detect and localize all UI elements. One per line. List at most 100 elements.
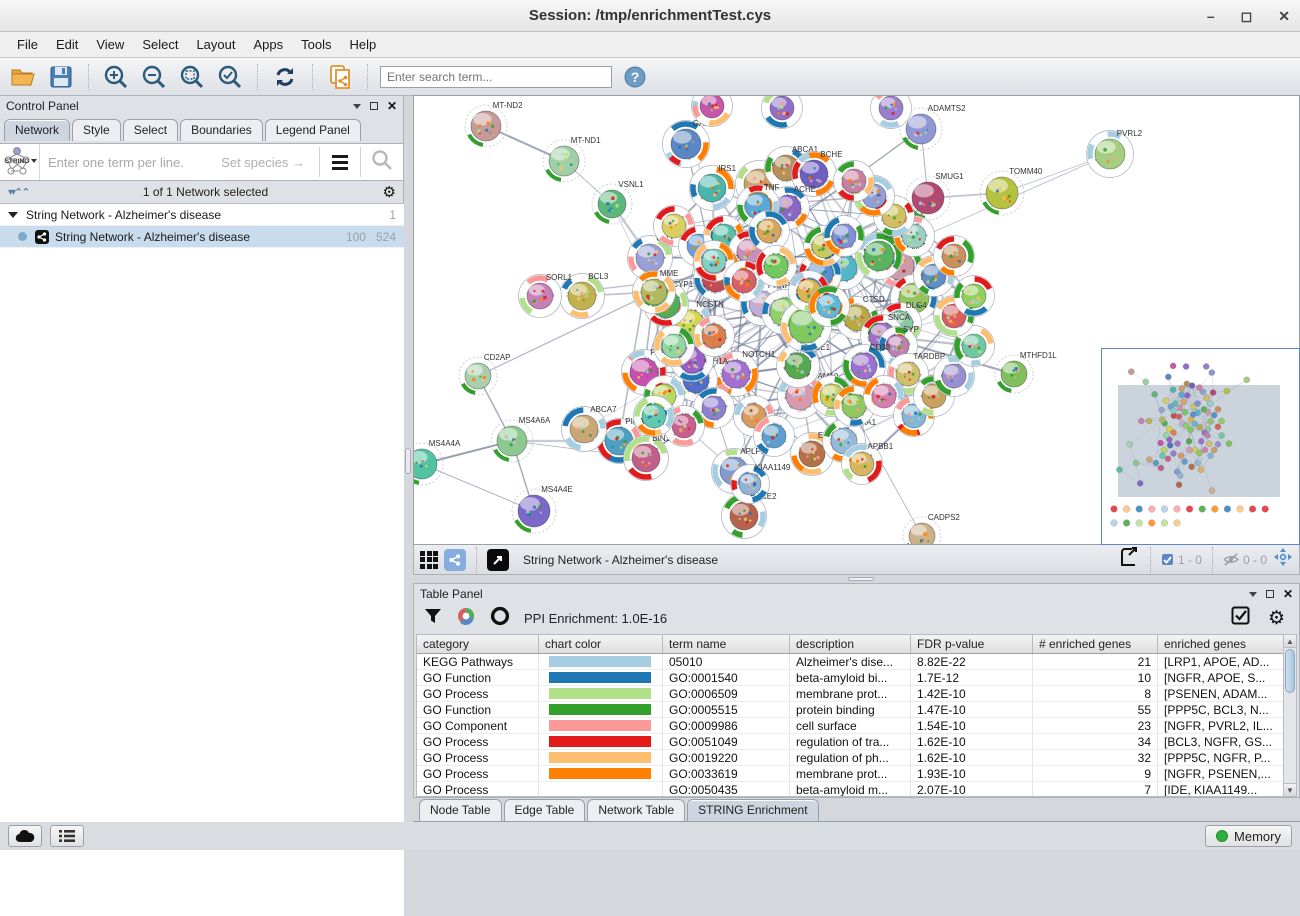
birds-eye-navigator[interactable] (1101, 348, 1300, 545)
column-header-5[interactable]: # enriched genes (1033, 635, 1158, 653)
panel-menu-icon[interactable] (353, 104, 361, 109)
network-node[interactable] (749, 211, 790, 252)
navigator-toggle-icon[interactable] (1273, 547, 1293, 572)
network-node-ms4a4e[interactable]: MS4A4E (512, 485, 573, 533)
open-file-icon[interactable] (8, 62, 38, 92)
memory-button[interactable]: Memory (1205, 825, 1292, 847)
column-header-4[interactable]: FDR p-value (911, 635, 1033, 653)
ring-chart-icon[interactable] (490, 606, 510, 631)
menu-item-apps[interactable]: Apps (247, 34, 291, 55)
network-node[interactable] (754, 416, 795, 457)
tab-node-table[interactable]: Node Table (419, 799, 502, 821)
scroll-up-icon[interactable]: ▲ (1284, 635, 1296, 648)
column-header-2[interactable]: term name (663, 635, 790, 653)
save-session-icon[interactable] (46, 62, 76, 92)
close-panel-icon[interactable]: ✕ (1283, 587, 1293, 601)
string-options-icon[interactable] (320, 155, 360, 170)
network-node-pvrl2[interactable]: PVRL2 (1087, 129, 1143, 178)
vertical-splitter[interactable] (404, 96, 413, 822)
network-node-mt-nd2[interactable]: MT-ND2 (465, 101, 523, 147)
table-row[interactable]: GO FunctionGO:0001540beta-amyloid bi...1… (417, 670, 1284, 686)
help-icon[interactable]: ? (620, 62, 650, 92)
zoom-fit-icon[interactable] (177, 62, 207, 92)
network-node[interactable] (654, 326, 695, 367)
splitter-grip[interactable] (848, 577, 874, 581)
network-node[interactable] (694, 316, 735, 357)
tab-select[interactable]: Select (123, 119, 178, 141)
search-input[interactable] (380, 66, 612, 88)
column-header-3[interactable]: description (790, 635, 911, 653)
network-collection-row[interactable]: String Network - Alzheimer's disease 1 (0, 204, 404, 226)
tab-edge-table[interactable]: Edge Table (504, 799, 586, 821)
menu-item-help[interactable]: Help (343, 34, 384, 55)
table-row[interactable]: GO ProcessGO:0019220regulation of ph...1… (417, 750, 1284, 766)
network-node-gab2[interactable]: GAB2 (663, 119, 715, 168)
panel-menu-icon[interactable] (1249, 592, 1257, 597)
task-list-button[interactable] (50, 825, 84, 847)
menu-item-file[interactable]: File (10, 34, 45, 55)
network-row-selected[interactable]: String Network - Alzheimer's disease 100… (0, 226, 404, 248)
enrichment-table[interactable]: categorychart colorterm namedescriptionF… (416, 634, 1285, 797)
horizontal-splitter[interactable] (413, 575, 1300, 583)
network-node-mt-nd1[interactable]: MT-ND1 (543, 136, 601, 182)
network-node[interactable] (809, 286, 850, 327)
column-header-0[interactable]: category (417, 635, 539, 653)
network-node-mthfd1l[interactable]: MTHFD1L (995, 351, 1057, 393)
network-node[interactable] (954, 276, 995, 317)
tab-network-table[interactable]: Network Table (587, 799, 685, 821)
network-node-irs1[interactable]: IRS1 (690, 164, 737, 211)
cloud-button[interactable] (8, 825, 42, 847)
menu-item-layout[interactable]: Layout (189, 34, 242, 55)
string-share-icon[interactable] (444, 549, 466, 571)
menu-item-select[interactable]: Select (135, 34, 185, 55)
network-node[interactable] (834, 161, 875, 202)
table-row[interactable]: GO ProcessGO:0050435beta-amyloid m...2.0… (417, 782, 1284, 797)
tab-boundaries[interactable]: Boundaries (180, 119, 263, 141)
string-logo-icon[interactable]: STRING (0, 144, 40, 180)
collection-expander-icon[interactable] (8, 212, 18, 218)
network-node[interactable] (762, 96, 803, 129)
scrollbar-thumb[interactable] (1285, 649, 1295, 693)
detach-view-icon[interactable] (487, 549, 509, 571)
expand-all-icon[interactable]: ⌃⌃ (14, 186, 28, 199)
menu-item-edit[interactable]: Edit (49, 34, 85, 55)
string-search-icon[interactable] (361, 149, 403, 176)
close-panel-icon[interactable]: ✕ (387, 99, 397, 113)
network-node[interactable] (756, 246, 797, 287)
refresh-icon[interactable] (270, 62, 300, 92)
network-node-apbb1[interactable]: APBB1 (842, 442, 894, 485)
term-input[interactable]: Enter one term per line. (40, 155, 221, 170)
select-columns-icon[interactable] (1231, 606, 1250, 630)
grid-view-icon[interactable] (420, 551, 438, 569)
scroll-down-icon[interactable]: ▼ (1284, 783, 1296, 796)
settings-gear-icon[interactable]: ⚙ (1268, 607, 1285, 630)
tab-legend-panel[interactable]: Legend Panel (265, 119, 361, 141)
zoom-out-icon[interactable] (139, 62, 169, 92)
column-header-1[interactable]: chart color (539, 635, 663, 653)
float-panel-icon[interactable] (370, 102, 378, 110)
network-canvas[interactable]: MT-ND2MT-ND1VSNL1GAB2CD2APMS4A6AMS4A4AMS… (413, 95, 1300, 545)
table-row[interactable]: GO ProcessGO:0051049regulation of tra...… (417, 734, 1284, 750)
maximize-button[interactable]: ◻ (1241, 8, 1253, 25)
table-row[interactable]: GO FunctionGO:0005515protein binding1.47… (417, 702, 1284, 718)
zoom-selected-icon[interactable] (215, 62, 245, 92)
network-node[interactable] (824, 216, 865, 257)
minimize-button[interactable]: – (1207, 8, 1215, 24)
network-node-ms4a4a[interactable]: MS4A4A (414, 439, 461, 485)
network-node-tomm40[interactable]: TOMM40 (980, 167, 1043, 215)
network-node-ms4a6a[interactable]: MS4A6A (491, 416, 551, 462)
network-node[interactable] (634, 396, 675, 437)
menu-item-tools[interactable]: Tools (294, 34, 338, 55)
species-hint[interactable]: Set species → (221, 155, 319, 170)
table-row[interactable]: KEGG Pathways05010Alzheimer's dise...8.8… (417, 654, 1284, 670)
tab-string-enrichment[interactable]: STRING Enrichment (687, 799, 818, 821)
float-panel-icon[interactable] (1266, 590, 1274, 598)
table-row[interactable]: GO ProcessGO:0033619membrane prot...1.93… (417, 766, 1284, 782)
network-node[interactable] (934, 236, 975, 277)
network-from-clipboard-icon[interactable] (325, 62, 355, 92)
network-node[interactable] (871, 96, 912, 129)
splitter-grip[interactable] (405, 448, 411, 474)
close-button[interactable]: ✕ (1278, 8, 1290, 25)
network-node-kiaa1149[interactable]: KIAA1149 (731, 463, 791, 504)
tab-network[interactable]: Network (4, 119, 70, 141)
